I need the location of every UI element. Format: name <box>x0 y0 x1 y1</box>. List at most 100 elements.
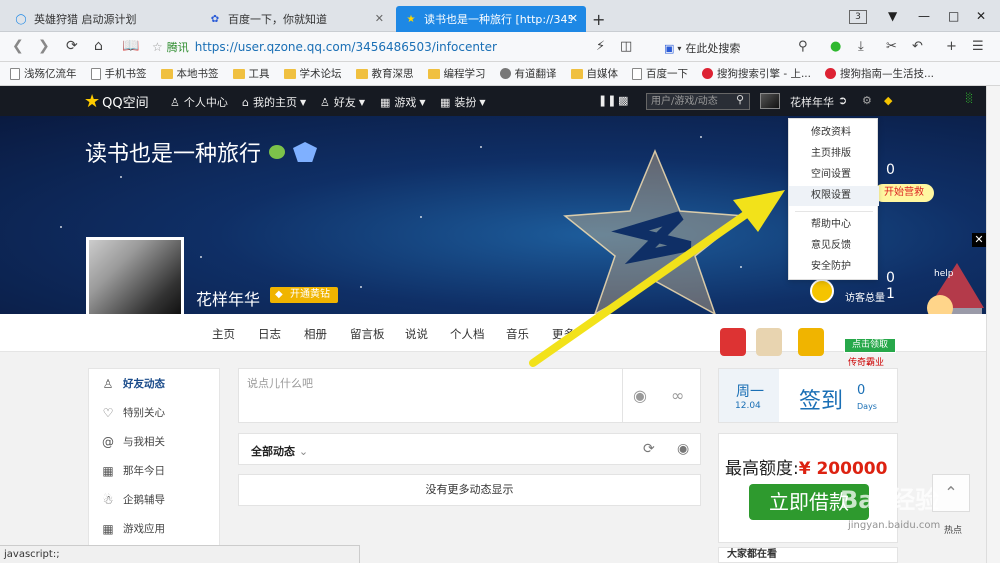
close-tab-icon[interactable]: ✕ <box>375 12 384 25</box>
url-field[interactable]: ☆ 腾讯 https://user.qzone.qq.com/345648650… <box>152 37 652 57</box>
wechat-icon[interactable]: ● <box>830 39 841 54</box>
nav-decorate[interactable]: ▦ 装扮 ▼ <box>440 94 486 110</box>
maximize-icon[interactable]: □ <box>948 9 959 23</box>
close-icon[interactable]: ✕ <box>972 233 986 247</box>
menu-homepage-layout[interactable]: 主页排版 <box>789 144 879 164</box>
open-yellow-diamond-button[interactable]: ◆ 开通黄钻 <box>270 287 338 303</box>
new-tab-button[interactable]: + <box>592 10 605 29</box>
feed-filter-dropdown[interactable]: 全部动态 ⌄ <box>251 443 308 459</box>
link-icon[interactable]: ∞ <box>671 386 684 405</box>
tab-album[interactable]: 相册 <box>304 326 327 342</box>
game-start-label[interactable]: 开始营救 <box>874 184 934 202</box>
shield-badge-icon[interactable] <box>293 142 318 162</box>
qzone-search-input[interactable]: 用户/游戏/动态 <box>646 93 750 110</box>
bookmark-item[interactable]: 浅殇亿流年 <box>10 66 77 81</box>
avatar[interactable] <box>760 93 780 109</box>
browser-tab-3[interactable]: ★ 读书也是一种旅行 [http://345648650 ✕ <box>396 6 586 32</box>
search-engine-box[interactable]: ▣ ▾ 在此处搜索 <box>664 40 740 56</box>
menu-edit-profile[interactable]: 修改资料 <box>789 123 879 143</box>
browser-tab-2[interactable]: ✿ 百度一下，你就知道 ✕ <box>200 6 392 32</box>
back-to-top-button[interactable]: ⌃ <box>932 474 970 512</box>
tab-blog[interactable]: 日志 <box>258 326 281 342</box>
home-icon[interactable]: ⌂ <box>94 38 103 54</box>
nav-on-this-day[interactable]: ▦ 那年今日 <box>89 456 219 485</box>
nav-games[interactable]: ▦ 游戏 ▼ <box>380 94 426 110</box>
camera-icon[interactable]: ◉ <box>633 386 647 405</box>
post-input[interactable]: 说点儿什么吧 <box>247 375 313 391</box>
undo-icon[interactable]: ↶ <box>912 39 923 54</box>
pause-icon[interactable]: ❚❚ <box>598 94 616 107</box>
browser-tab-1[interactable]: ◯ 英雄狩猎 启动源计划 <box>6 6 196 32</box>
shirt-icon[interactable]: ▼ <box>888 9 897 23</box>
minimize-icon[interactable]: — <box>918 9 930 23</box>
lightning-icon[interactable]: ⚡ <box>596 39 605 54</box>
nav-friends[interactable]: ♙ 好友 ▼ <box>320 94 365 110</box>
hotspot-label[interactable]: 热点 <box>944 523 962 536</box>
tab-count-badge[interactable]: 3 <box>849 10 867 24</box>
username-label[interactable]: 花样年华 <box>790 94 834 110</box>
search-icon[interactable]: ⚲ <box>798 39 808 54</box>
bookmark-item[interactable]: 教育深思 <box>355 66 414 81</box>
nav-related-to-me[interactable]: @ 与我相关 <box>89 427 219 456</box>
download-icon[interactable]: ⤓ <box>858 39 864 54</box>
nav-my-homepage[interactable]: ⌂ 我的主页 ▼ <box>242 94 306 110</box>
tab-profile[interactable]: 个人档 <box>450 326 485 342</box>
bookmark-item[interactable]: 自媒体 <box>570 66 618 81</box>
signal-icon[interactable]: ▩ <box>618 94 628 107</box>
tab-home[interactable]: 主页 <box>212 326 235 342</box>
gear-icon[interactable]: ⚙ <box>862 94 872 107</box>
refresh-icon[interactable]: ⟳ <box>66 38 78 54</box>
bookmark-item[interactable]: 编程学习 <box>427 66 486 81</box>
refresh-icon[interactable]: ⟳ <box>643 441 655 457</box>
diamond-icon[interactable]: ◆ <box>884 94 892 107</box>
bookmark-item[interactable]: 百度一下 <box>632 66 688 81</box>
scrollbar[interactable] <box>986 86 1000 563</box>
claim-button[interactable]: 点击领取 <box>844 338 896 353</box>
forward-icon[interactable]: ❯ <box>38 38 50 54</box>
bookmark-item[interactable]: 手机书签 <box>90 66 147 81</box>
tab-more[interactable]: 更多 <box>552 326 575 342</box>
tab-shuoshuo[interactable]: 说说 <box>405 326 428 342</box>
search-icon[interactable]: ⚲ <box>736 93 744 106</box>
tab-guestbook[interactable]: 留言板 <box>350 326 385 342</box>
bookmark-item[interactable]: 有道翻译 <box>499 66 557 81</box>
add-icon[interactable]: + <box>946 39 957 54</box>
reader-icon[interactable]: ◫ <box>620 39 632 54</box>
nav-friends-feed[interactable]: ♙ 好友动态 <box>89 369 219 398</box>
castle-game-ad[interactable]: help <box>922 248 984 314</box>
menu-feedback[interactable]: 意见反馈 <box>789 236 879 256</box>
gift-box-icon[interactable] <box>720 328 746 356</box>
nav-penguin-tutor[interactable]: ☃ 企鹅辅导 <box>89 485 219 514</box>
qzone-logo[interactable]: ★ QQ空间 <box>84 91 149 112</box>
nav-special-care[interactable]: ♡ 特别关心 <box>89 398 219 427</box>
bookmark-item[interactable]: 工具 <box>232 66 270 81</box>
menu-icon[interactable]: ☰ <box>972 39 984 54</box>
tab-music[interactable]: 音乐 <box>506 326 529 342</box>
settings-icon[interactable]: ◉ <box>677 441 689 457</box>
search-engine-icon[interactable]: ▣ <box>664 42 674 55</box>
close-tab-icon[interactable]: ✕ <box>569 12 578 25</box>
bookmark-item[interactable]: 本地书签 <box>160 66 219 81</box>
favorite-star-icon[interactable]: ☆ <box>152 40 163 54</box>
book-icon[interactable]: 📖 <box>122 38 139 54</box>
logout-icon[interactable]: ➲ <box>838 94 847 107</box>
back-icon[interactable]: ❮ <box>12 38 24 54</box>
gift-box-icon[interactable] <box>798 328 824 356</box>
leaf-badge-icon[interactable] <box>269 145 286 159</box>
dropdown-icon[interactable]: ▾ <box>677 44 681 53</box>
menu-permission-settings[interactable]: 权限设置 <box>789 186 879 206</box>
deer-icon[interactable] <box>756 328 782 356</box>
bookmark-item[interactable]: 学术论坛 <box>283 66 342 81</box>
cut-icon[interactable]: ✂ <box>886 39 897 54</box>
nav-personal-center[interactable]: ♙ 个人中心 <box>170 94 228 110</box>
signin-button[interactable]: 签到 <box>799 383 843 415</box>
menu-help-center[interactable]: 帮助中心 <box>789 215 879 235</box>
post-composer[interactable]: 说点儿什么吧 ◉ ∞ <box>238 368 701 423</box>
signin-card[interactable]: 周一 12.04 签到 0 Days <box>718 368 898 423</box>
menu-space-settings[interactable]: 空间设置 <box>789 165 879 185</box>
menu-security[interactable]: 安全防护 <box>789 257 879 277</box>
nav-game-apps[interactable]: ▦ 游戏应用 <box>89 514 219 543</box>
bookmark-item[interactable]: 搜狗指南—生活技... <box>824 66 934 81</box>
close-window-icon[interactable]: ✕ <box>976 9 986 23</box>
bookmark-item[interactable]: 搜狗搜索引擎 - 上... <box>702 66 811 81</box>
